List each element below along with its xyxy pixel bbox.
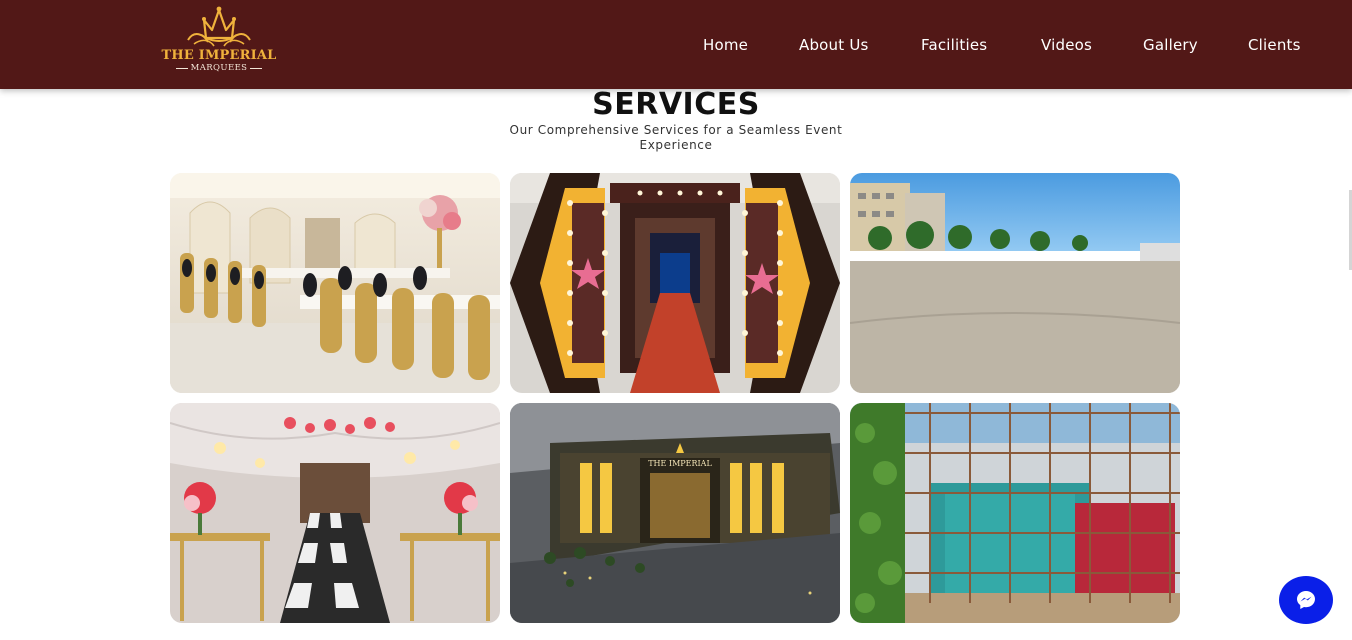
main-nav: Home About Us Facilities Videos Gallery … xyxy=(0,35,1352,55)
nav-gallery[interactable]: Gallery xyxy=(1143,35,1198,55)
nav-clients[interactable]: Clients xyxy=(1248,35,1301,55)
section-subtitle: Our Comprehensive Services for a Seamles… xyxy=(509,123,843,152)
venue-exterior-photo: THE IMPERIAL xyxy=(510,403,840,623)
service-tile-entrance-walkway[interactable] xyxy=(510,173,840,393)
entrance-walkway-photo xyxy=(510,173,840,393)
venue-signage-text: THE IMPERIAL xyxy=(648,459,712,468)
nav-videos[interactable]: Videos xyxy=(1041,35,1092,55)
brand-tagline: MARQUEES xyxy=(190,63,248,73)
service-tile-marquee-interior[interactable] xyxy=(170,403,500,623)
divider xyxy=(250,67,263,69)
section-title: SERVICES xyxy=(592,87,760,122)
messenger-chat-button[interactable] xyxy=(1279,576,1333,624)
messenger-icon xyxy=(1297,591,1315,609)
nav-home[interactable]: Home xyxy=(703,35,748,55)
service-tile-generators[interactable] xyxy=(850,403,1180,623)
service-tile-dining-hall[interactable] xyxy=(170,173,500,393)
generator-cage-photo xyxy=(850,403,1180,623)
marquee-interior-photo xyxy=(170,403,500,623)
nav-about-us[interactable]: About Us xyxy=(799,35,869,55)
dining-hall-photo xyxy=(170,173,500,393)
nav-facilities[interactable]: Facilities xyxy=(921,35,987,55)
service-tile-venue-exterior[interactable]: THE IMPERIAL xyxy=(510,403,840,623)
site-header: THE IMPERIAL MARQUEES Home About Us Faci… xyxy=(0,0,1352,89)
service-tile-parking[interactable] xyxy=(850,173,1180,393)
brand-tagline-row: MARQUEES xyxy=(175,63,263,73)
parking-area-photo xyxy=(850,173,1180,393)
divider xyxy=(175,67,188,69)
